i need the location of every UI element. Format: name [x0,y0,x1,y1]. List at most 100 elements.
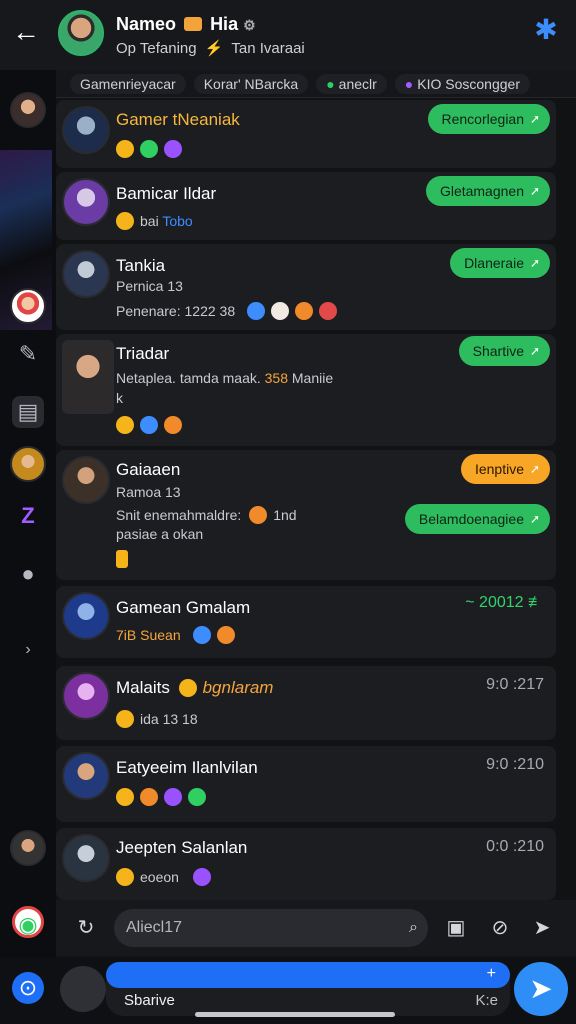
chat-header: ← Nameo Hia ⚙ Op Tefaning ⚡ Tan Ivaraai … [0,0,576,70]
emoji-icon [192,626,211,644]
subtitle-left: Op Tefaning [116,40,197,57]
list-item[interactable]: Malaits bgnlaram ida 13 18 9:0 :217 [56,666,556,740]
list-item[interactable]: Tankia Pernica 13 Penenare: 1222 38 Dlan… [56,244,556,330]
app-icon[interactable]: ⊙ [12,972,44,1004]
emoji-icon [164,788,182,806]
chat-emoji-row [116,416,188,434]
emoji-icon [116,868,134,886]
gear-icon[interactable]: ✱ [532,16,560,44]
reply-right-text: K:e [475,992,498,1009]
list-item[interactable]: Triadar Netaplea. tamda maak. 358 Maniie… [56,334,556,446]
rail-avatar-2[interactable] [10,288,46,324]
left-rail: ✎ ▤ Z ● › ◉ [0,70,56,1024]
emoji-icon [192,868,211,886]
rail-avatar-1[interactable] [10,92,46,128]
chat-action-pill[interactable]: Shartive [458,336,550,366]
chat-preview: Pernica 13 [116,278,183,294]
purple-z-icon[interactable]: Z [12,500,44,532]
filter-chip[interactable]: aneclr [316,73,387,94]
message-input-placeholder: Aliecl17 [126,919,183,936]
emoji-icon [116,212,134,230]
reply-highlight-bar [106,962,510,988]
chat-preview: ida 13 18 [116,710,198,728]
chat-preview: Netaplea. tamda maak. 358 Maniie [116,370,334,386]
emoji-icon [164,140,182,158]
compass-icon[interactable]: ⊘ [484,912,516,944]
avatar [62,340,114,414]
filter-bar: Gamenrieyacar Korar' NBarcka aneclr KIO … [56,70,576,98]
home-indicator [195,1012,395,1017]
emoji-icon [116,710,134,728]
emoji-icon [249,506,268,524]
chat-emoji-row [116,550,134,568]
list-item[interactable]: Bamicar Ildar bai Tobo Gletamagnen [56,172,556,240]
emoji-icon [216,626,235,644]
message-input[interactable]: Aliecl17 ⌕ [114,909,428,947]
chat-action-pill-secondary[interactable]: Belamdoenagiee [404,504,550,534]
emoji-icon [319,302,337,320]
send-icon[interactable]: ➤ [514,962,568,1016]
chat-timestamp: 9:0 :217 [486,676,544,693]
send-outline-icon[interactable]: ➤ [526,912,558,944]
chat-name: Bamicar Ildar [116,184,217,203]
chat-action-pill[interactable]: Dlaneraie [450,248,550,278]
emoji-icon [140,788,158,806]
emoji-icon [295,302,313,320]
refresh-icon[interactable]: ↻ [70,912,102,944]
chat-action-pill[interactable]: Rencorlegian [427,104,550,134]
title-text: Nameo [116,14,177,34]
reply-field[interactable]: + Sbarive K:e [106,962,510,1016]
filter-chip[interactable]: Korar' NBarcka [193,73,309,94]
chat-preview-2: k [116,390,123,406]
emoji-icon [140,140,158,158]
radio-icon[interactable]: ◉ [12,906,44,938]
rail-avatar-4[interactable] [10,830,46,866]
chat-preview-3: pasiae a okan [116,526,204,542]
filter-chip[interactable]: KIO Soscongger [394,73,530,94]
chat-name: Jeepten Salanlan [116,838,248,857]
chat-name: Tankia [116,256,166,275]
title-suffix: Hia [210,14,239,34]
avatar[interactable] [58,10,104,56]
chat-emoji-row [116,140,188,158]
plus-icon[interactable]: + [487,965,496,983]
arrow-left-icon[interactable]: ← [12,18,40,46]
page-title: Nameo Hia ⚙ [116,14,256,35]
chat-timestamp: 0:0 :210 [486,838,544,855]
emoji-icon [116,550,128,568]
emoji-icon [116,416,134,434]
emoji-icon [116,788,134,806]
chat-name: Eatyeeim Ilanlvilan [116,758,258,777]
settings-small-icon: ⚙ [243,17,256,33]
sticker-icon[interactable]: ▣ [440,912,472,944]
subtitle-icon[interactable]: ▤ [12,396,44,428]
search-icon[interactable]: ⌕ [409,909,418,947]
chat-timestamp: ~ 20012 ≢ [465,594,544,611]
wand-icon[interactable]: ✎ [12,338,44,370]
subtitle-right: Tan Ivaraai [231,40,305,57]
bottom-bar: ⊙ + Sbarive K:e ➤ [0,958,576,1024]
avatar [62,250,110,298]
list-item[interactable]: Gaiaaen Ramoa 13 Snit enemahmaldre: 1nd … [56,450,556,580]
chat-name: Gamer tNeaniak [116,110,240,129]
chat-preview: Ramoa 13 [116,484,181,500]
chat-action-pill[interactable]: Ienptive [460,454,550,484]
list-item[interactable]: Gamer tNeaniak Rencorlegian [56,100,556,168]
avatar [62,752,110,800]
emoji-icon [140,416,158,434]
rail-avatar-3[interactable] [10,446,46,482]
filter-chip[interactable]: Gamenrieyacar [70,73,186,94]
chat-bubble-icon[interactable]: ● [12,558,44,590]
avatar[interactable] [60,966,106,1012]
list-item[interactable]: Eatyeeim Ilanlvilan 9:0 :210 [56,746,556,822]
chat-preview-2: Snit enemahmaldre: 1nd [116,506,297,524]
list-item[interactable]: Gamean Gmalam 7iB Suean ~ 20012 ≢ [56,586,556,658]
composer: ↻ Aliecl17 ⌕ ▣ ⊘ ➤ [56,900,576,956]
chat-action-pill[interactable]: Gletamagnen [425,176,550,206]
avatar [62,672,110,720]
chevron-right-icon[interactable]: › [12,634,44,666]
chat-emoji-row [116,788,212,806]
chat-preview: bai Tobo [116,212,193,230]
emoji-icon [188,788,206,806]
list-item[interactable]: Jeepten Salanlan eoeon 0:0 :210 [56,828,556,900]
